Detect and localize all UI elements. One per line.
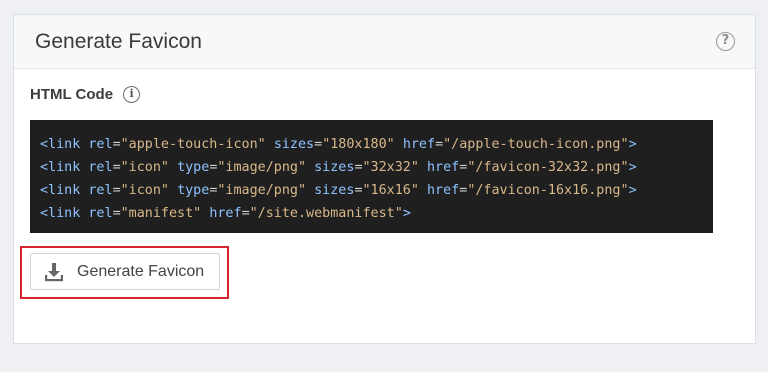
html-code-block[interactable]: <link rel="apple-touch-icon" sizes="180x…	[30, 120, 713, 233]
generate-favicon-button-label: Generate Favicon	[77, 262, 205, 280]
html-code-label: HTML Code	[30, 86, 114, 103]
code-token-sp	[306, 160, 314, 175]
code-token-punct: =	[354, 183, 363, 198]
code-token-val: "/favicon-16x16.png"	[467, 183, 629, 198]
code-token-punct: =	[354, 160, 363, 175]
code-token-sp	[419, 160, 427, 175]
code-token-val: "180x180"	[322, 137, 395, 152]
code-token-tag: <link	[40, 137, 81, 152]
code-token-val: "/apple-touch-icon.png"	[443, 137, 629, 152]
code-token-sp	[395, 137, 403, 152]
code-token-attr: href	[209, 206, 242, 221]
code-token-attr: href	[402, 137, 436, 152]
code-token-sp	[266, 137, 274, 152]
code-token-tag: >	[628, 160, 637, 175]
code-token-punct: =	[314, 137, 323, 152]
code-token-punct: =	[112, 137, 121, 152]
code-label-row: HTML Code i	[30, 86, 141, 103]
code-token-attr: rel	[88, 206, 113, 221]
code-token-attr: href	[427, 160, 460, 175]
code-token-val: "icon"	[120, 160, 169, 175]
code-token-val: "image/png"	[217, 160, 307, 175]
question-circle-icon[interactable]: ?	[716, 32, 735, 51]
code-token-val: "icon"	[120, 183, 169, 198]
code-token-attr: sizes	[314, 183, 355, 198]
code-token-tag: >	[402, 206, 411, 221]
code-token-attr: rel	[88, 137, 113, 152]
code-token-val: "/favicon-32x32.png"	[467, 160, 629, 175]
code-token-attr: type	[177, 183, 210, 198]
code-token-tag: >	[628, 137, 637, 152]
code-line: <link rel="icon" type="image/png" sizes=…	[40, 179, 713, 202]
code-token-tag: <link	[40, 183, 81, 198]
code-line: <link rel="icon" type="image/png" sizes=…	[40, 156, 713, 179]
code-token-attr: rel	[88, 183, 113, 198]
code-token-val: "32x32"	[362, 160, 419, 175]
code-token-punct: =	[112, 206, 121, 221]
code-token-val: "manifest"	[120, 206, 202, 221]
download-icon	[45, 262, 63, 281]
code-token-val: "apple-touch-icon"	[120, 137, 266, 152]
code-token-tag: <link	[40, 206, 81, 221]
panel-title: Generate Favicon	[35, 30, 202, 53]
code-token-sp	[419, 183, 427, 198]
code-token-punct: =	[112, 160, 121, 175]
code-token-tag: <link	[40, 160, 81, 175]
code-token-punct: =	[112, 183, 121, 198]
code-line: <link rel="manifest" href="/site.webmani…	[40, 202, 713, 225]
code-token-val: "image/png"	[217, 183, 307, 198]
code-token-sp	[306, 183, 314, 198]
code-token-val: "16x16"	[362, 183, 419, 198]
code-token-attr: rel	[88, 160, 113, 175]
code-token-tag: >	[628, 183, 637, 198]
code-token-sp	[169, 160, 177, 175]
code-token-sp	[169, 183, 177, 198]
code-token-val: "/site.webmanifest"	[249, 206, 403, 221]
code-line: <link rel="apple-touch-icon" sizes="180x…	[40, 133, 713, 156]
info-circle-icon[interactable]: i	[123, 86, 141, 103]
code-token-attr: sizes	[314, 160, 355, 175]
code-token-attr: type	[177, 160, 210, 175]
code-token-attr: sizes	[273, 137, 315, 152]
code-token-punct: =	[241, 206, 250, 221]
code-token-attr: href	[427, 183, 460, 198]
generate-favicon-button[interactable]: Generate Favicon	[30, 253, 220, 290]
code-token-punct: =	[435, 137, 444, 152]
panel-header: Generate Favicon ?	[14, 15, 755, 69]
